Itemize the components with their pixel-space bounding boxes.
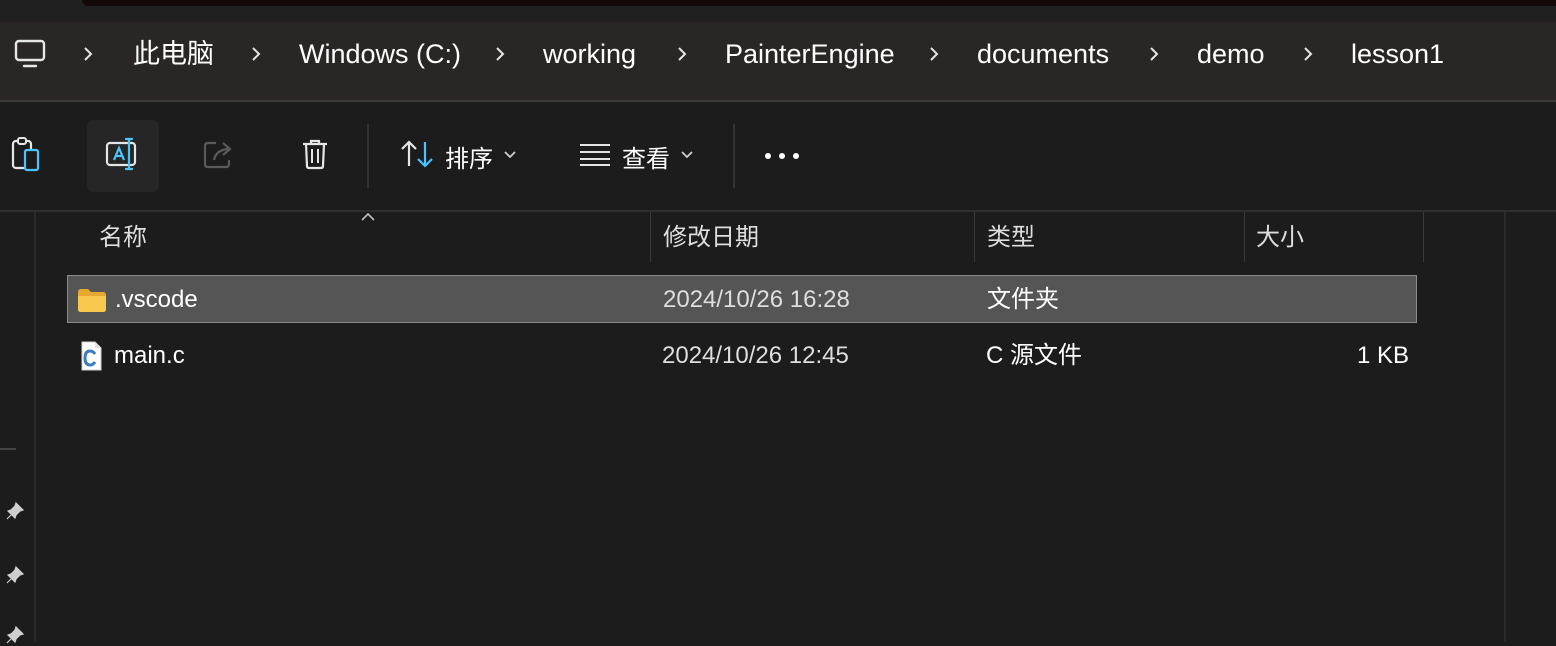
breadcrumb-lesson1[interactable]: lesson1 — [1351, 36, 1444, 72]
c-file-icon — [75, 340, 107, 372]
column-header-name[interactable]: 名称 — [99, 212, 147, 264]
file-modified: 2024/10/26 16:28 — [663, 286, 850, 313]
pin-icon[interactable] — [4, 500, 26, 522]
column-resize-handle[interactable] — [974, 212, 975, 262]
breadcrumb-working[interactable]: working — [543, 36, 636, 72]
file-row-main-c[interactable]: main.c 2024/10/26 12:45 C 源文件 1 KB — [67, 332, 1417, 380]
chevron-right-icon[interactable] — [924, 36, 944, 72]
view-button[interactable]: 查看 — [578, 120, 694, 192]
folder-icon — [76, 284, 108, 316]
rename-icon — [105, 136, 141, 177]
window-tab-area — [82, 0, 1556, 6]
view-label: 查看 — [622, 145, 670, 173]
column-resize-handle[interactable] — [1244, 212, 1245, 262]
sort-icon — [399, 139, 435, 174]
navigation-pane[interactable] — [0, 212, 36, 644]
column-header-modified[interactable]: 修改日期 — [663, 212, 759, 264]
chevron-right-icon[interactable] — [1144, 36, 1164, 72]
navigation-divider — [0, 448, 16, 450]
delete-button[interactable] — [279, 120, 351, 192]
more-options-button[interactable] — [746, 120, 818, 192]
monitor-icon[interactable] — [12, 36, 48, 72]
clipboard-icon — [9, 136, 43, 177]
breadcrumb-documents[interactable]: documents — [977, 36, 1109, 72]
column-header-type[interactable]: 类型 — [987, 212, 1035, 264]
breadcrumb-painterengine[interactable]: PainterEngine — [725, 36, 895, 72]
chevron-right-icon[interactable] — [78, 36, 98, 72]
share-button[interactable] — [183, 120, 255, 192]
more-icon — [764, 147, 800, 165]
breadcrumb-windows-c[interactable]: Windows (C:) — [299, 36, 461, 72]
sort-ascending-icon — [360, 210, 376, 222]
trash-icon — [299, 137, 331, 176]
file-type: C 源文件 — [986, 342, 1082, 369]
chevron-right-icon[interactable] — [1298, 36, 1318, 72]
column-resize-handle[interactable] — [1423, 212, 1424, 262]
paste-button[interactable] — [0, 120, 62, 192]
chevron-right-icon[interactable] — [246, 36, 266, 72]
list-view-icon — [578, 142, 612, 171]
rename-button[interactable] — [87, 120, 159, 192]
toolbar-divider — [367, 124, 369, 188]
breadcrumb-this-pc[interactable]: 此电脑 — [133, 36, 214, 72]
details-pane — [1506, 212, 1556, 642]
chevron-down-icon — [680, 147, 694, 165]
file-name: .vscode — [115, 286, 198, 313]
share-icon — [202, 138, 236, 175]
navigation-pane-splitter[interactable] — [34, 212, 36, 642]
file-row-vscode[interactable]: .vscode 2024/10/26 16:28 文件夹 — [67, 275, 1417, 323]
file-list: 名称 修改日期 类型 大小 .vscode 2024/10/26 16:28 文… — [38, 212, 1504, 642]
sort-button[interactable]: 排序 — [399, 120, 517, 192]
title-strip — [0, 0, 1556, 22]
pin-icon[interactable] — [4, 624, 26, 646]
pin-icon[interactable] — [4, 564, 26, 586]
file-modified: 2024/10/26 12:45 — [662, 342, 849, 369]
sort-label: 排序 — [445, 145, 493, 173]
file-name: main.c — [114, 342, 185, 369]
command-bar: 排序 查看 — [0, 102, 1556, 210]
column-header-size[interactable]: 大小 — [1256, 212, 1304, 264]
file-type: 文件夹 — [987, 286, 1059, 313]
toolbar-divider — [733, 124, 735, 188]
breadcrumb-demo[interactable]: demo — [1197, 36, 1265, 72]
chevron-right-icon[interactable] — [672, 36, 692, 72]
file-size: 1 KB — [1356, 342, 1409, 369]
chevron-down-icon — [503, 147, 517, 165]
chevron-right-icon[interactable] — [490, 36, 510, 72]
address-bar[interactable]: 此电脑 Windows (C:) working PainterEngine d… — [0, 22, 1556, 100]
column-resize-handle[interactable] — [650, 212, 651, 262]
